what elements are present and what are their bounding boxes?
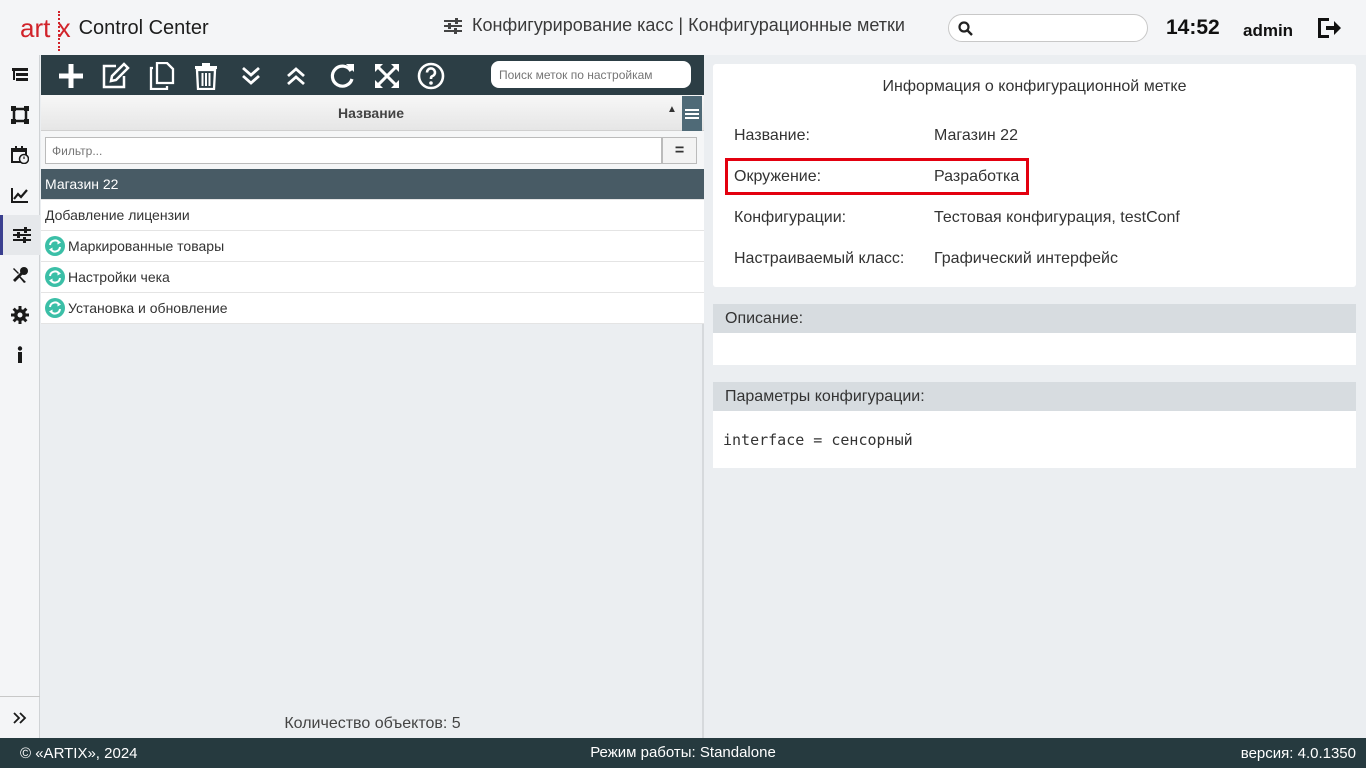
nav-tools[interactable]: [0, 255, 40, 295]
description-body: [713, 333, 1356, 365]
column-name[interactable]: Название: [41, 105, 701, 121]
double-chevron-right-icon: [13, 711, 27, 724]
grid-header: Название ▲: [41, 95, 704, 131]
page-title-text: Конфигурирование касс | Конфигурационные…: [472, 15, 905, 35]
logo[interactable]: art x Control Center: [20, 8, 209, 51]
info-value: Тестовая конфигурация, testConf: [934, 209, 1180, 226]
global-search-input[interactable]: [979, 18, 1139, 38]
nav-expand-button[interactable]: [0, 696, 40, 738]
table-row[interactable]: Магазин 22: [41, 169, 704, 200]
info-label: Настраиваемый класс:: [734, 250, 905, 267]
table-row[interactable]: Настройки чека: [41, 262, 704, 293]
edit-icon: [102, 62, 130, 89]
tree-icon: [12, 68, 28, 81]
filter-row: =: [41, 131, 704, 169]
sliders-icon: [12, 227, 31, 243]
logo-artix: art x: [20, 10, 71, 51]
expand-all-button[interactable]: [235, 61, 267, 91]
clock: 14:52: [1166, 16, 1220, 39]
refresh-icon: [330, 64, 354, 88]
row-label: Добавление лицензии: [45, 207, 190, 223]
nav-chart[interactable]: [0, 175, 40, 215]
nav-settings[interactable]: [0, 295, 40, 335]
filter-input[interactable]: [45, 137, 662, 164]
tags-list: Магазин 22 Добавление лицензии Маркирова…: [41, 169, 704, 324]
copy-button[interactable]: [146, 61, 178, 91]
trash-icon: [195, 63, 217, 90]
menu-icon: [685, 108, 699, 119]
params-header: Параметры конфигурации:: [713, 382, 1356, 411]
frame-icon: [11, 106, 29, 124]
tools-icon: [13, 267, 28, 283]
toolbar: [41, 55, 704, 95]
page-title: Конфигурирование касс | Конфигурационные…: [444, 15, 905, 36]
nav-sliders[interactable]: [0, 215, 40, 255]
version: версия: 4.0.1350: [1240, 745, 1356, 762]
help-button[interactable]: [415, 61, 447, 91]
tags-panel: Название ▲ = Магазин 22 Добавление лицен…: [41, 55, 704, 738]
nav-calendar[interactable]: [0, 135, 40, 175]
highlight-box: [725, 158, 1029, 195]
plus-icon: [59, 64, 83, 88]
edit-button[interactable]: [100, 61, 132, 91]
left-nav: [0, 55, 40, 738]
help-icon: [417, 62, 445, 90]
copy-icon: [149, 62, 175, 90]
global-search[interactable]: [948, 14, 1148, 42]
username[interactable]: admin: [1243, 21, 1293, 41]
sync-icon: [45, 236, 65, 256]
info-label: Название:: [734, 127, 810, 144]
row-label: Магазин 22: [45, 176, 119, 192]
gear-icon: [11, 306, 29, 324]
calendar-icon: [11, 146, 29, 164]
refresh-button[interactable]: [326, 61, 358, 91]
info-value: Графический интерфейс: [934, 250, 1118, 267]
sort-asc-icon[interactable]: ▲: [667, 104, 677, 115]
row-label: Установка и обновление: [68, 300, 228, 316]
info-title: Информация о конфигурационной метке: [882, 78, 1187, 95]
nav-frame[interactable]: [0, 95, 40, 135]
info-label: Конфигурации:: [734, 209, 847, 226]
sync-icon: [45, 267, 65, 287]
params-text: interface = сенсорный: [723, 431, 913, 449]
nav-tree[interactable]: [0, 55, 40, 95]
nav-info[interactable]: [0, 335, 40, 375]
logout-icon: [1318, 18, 1341, 38]
footer: © «ARTIX», 2024 Режим работы: Standalone…: [0, 738, 1366, 768]
top-bar: art x Control Center Конфигурирование ка…: [0, 0, 1366, 55]
row-label: Маркированные товары: [68, 238, 225, 254]
double-chevron-up-icon: [287, 67, 305, 86]
object-count: Количество объектов: 5: [284, 715, 461, 732]
row-label: Настройки чека: [68, 269, 170, 285]
table-row[interactable]: Добавление лицензии: [41, 200, 704, 231]
column-menu-button[interactable]: [682, 96, 702, 131]
logo-control-center: Control Center: [78, 16, 209, 39]
sync-icon: [45, 298, 65, 318]
collapse-all-button[interactable]: [280, 61, 312, 91]
info-icon: [17, 346, 23, 363]
logout-button[interactable]: [1316, 16, 1342, 45]
description-header: Описание:: [713, 304, 1356, 333]
info-value: Магазин 22: [934, 127, 1018, 144]
search-icon: [958, 21, 973, 36]
double-chevron-down-icon: [242, 66, 260, 85]
fullscreen-button[interactable]: [371, 61, 403, 91]
add-button[interactable]: [55, 61, 87, 91]
tag-search-input[interactable]: [491, 61, 691, 88]
expand-arrows-icon: [375, 64, 399, 88]
chart-icon: [11, 188, 28, 203]
filter-operator-button[interactable]: =: [662, 137, 697, 164]
work-mode: Режим работы: Standalone: [590, 744, 776, 761]
params-body: interface = сенсорный: [713, 411, 1356, 468]
table-row[interactable]: Маркированные товары: [41, 231, 704, 262]
table-row[interactable]: Установка и обновление: [41, 293, 704, 324]
sliders-icon: [444, 17, 462, 34]
delete-button[interactable]: [190, 61, 222, 91]
